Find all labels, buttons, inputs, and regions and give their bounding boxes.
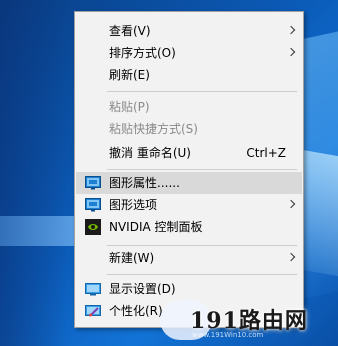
menu-separator [107, 274, 297, 275]
menu-item-shortcut: Ctrl+Z [246, 146, 286, 160]
menu-item-label: 查看(V) [109, 24, 151, 38]
chevron-right-icon [286, 252, 296, 262]
wallpaper-light-strip [0, 216, 74, 246]
menu-item-label: 新建(W) [109, 251, 155, 265]
intel-graphics-icon [85, 198, 101, 212]
watermark-url: www.191Win10.com [192, 331, 264, 339]
desktop-context-menu: 查看(V) 排序方式(O) 刷新(E) 粘贴(P) 粘贴快捷方式(S) 撤消 重… [74, 11, 304, 328]
menu-item-label: 图形选项 [109, 198, 158, 212]
display-settings-icon [85, 283, 101, 296]
menu-item-label: 图形属性...... [109, 176, 180, 190]
site-watermark: 191路由网 www.191Win10.com [150, 291, 338, 346]
menu-item-nvidia-control-panel[interactable]: NVIDIA 控制面板 [76, 216, 302, 238]
menu-separator [107, 245, 297, 246]
menu-item-view[interactable]: 查看(V) [76, 20, 302, 42]
menu-item-label: 刷新(E) [109, 68, 150, 82]
wallpaper-shade [0, 0, 70, 346]
menu-item-graphics-options[interactable]: 图形选项 [76, 194, 302, 216]
menu-item-label: 粘贴快捷方式(S) [109, 122, 198, 136]
menu-item-label: NVIDIA 控制面板 [109, 220, 203, 234]
menu-item-label: 撤消 重命名(U) [109, 146, 191, 160]
chevron-right-icon [286, 25, 296, 35]
menu-item-new[interactable]: 新建(W) [76, 247, 302, 269]
menu-item-label: 排序方式(O) [109, 46, 176, 60]
menu-item-graphics-properties[interactable]: 图形属性...... [76, 172, 302, 194]
menu-item-undo-rename[interactable]: 撤消 重命名(U) Ctrl+Z [76, 142, 302, 164]
menu-item-refresh[interactable]: 刷新(E) [76, 64, 302, 86]
chevron-right-icon [286, 47, 296, 57]
intel-graphics-icon [85, 176, 101, 190]
menu-item-paste[interactable]: 粘贴(P) [76, 96, 302, 118]
menu-item-sort-by[interactable]: 排序方式(O) [76, 42, 302, 64]
personalize-icon [85, 305, 101, 317]
nvidia-icon [85, 219, 101, 235]
menu-item-paste-shortcut[interactable]: 粘贴快捷方式(S) [76, 118, 302, 140]
menu-separator [107, 169, 297, 170]
chevron-right-icon [286, 199, 296, 209]
menu-item-label: 粘贴(P) [109, 100, 150, 114]
menu-separator [107, 91, 297, 92]
